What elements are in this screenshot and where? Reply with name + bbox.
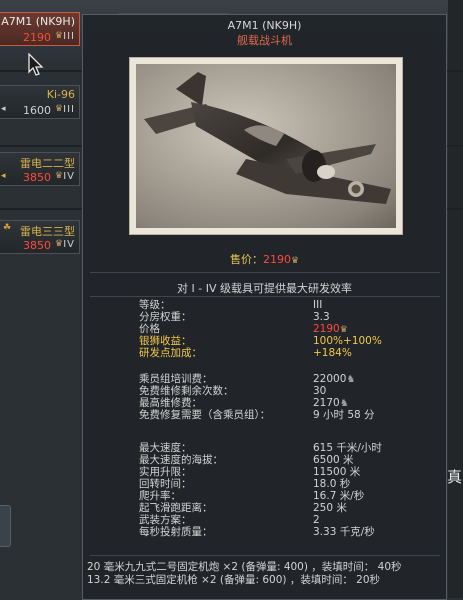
squadron-icon: ☘	[3, 223, 12, 233]
silver-lion-icon: ♞	[346, 374, 356, 385]
golden-eagle-icon: ♛	[54, 31, 63, 41]
vehicle-tile-raiden-33[interactable]: 雷电三三型 ☘ 3850 ♛ IV	[0, 220, 80, 254]
tooltip-title: A7M1 (NK9H)	[227, 19, 302, 32]
vehicle-tooltip: A7M1 (NK9H) 舰载战斗机 售价：2190♛ 对 I - IV 级载具可…	[82, 14, 447, 600]
vehicle-rank: IV	[63, 171, 75, 182]
tech-tree-partial-text: 真	[447, 468, 463, 486]
vehicle-price: 3850	[23, 171, 51, 184]
divider	[90, 296, 440, 297]
vehicle-rank: IV	[63, 239, 75, 250]
stat-price: 价格 2190♛	[139, 323, 348, 335]
tooltip-subtitle: 舰载战斗机	[237, 34, 292, 47]
sale-price: 售价：2190♛	[83, 251, 446, 267]
research-efficiency-note: 对 I - IV 级载具可提供最大研发效率	[177, 282, 352, 295]
sale-price-label: 售价：	[229, 253, 263, 266]
vehicle-tile-a7m1[interactable]: A7M1 (NK9H) 2190 ♛ III	[0, 12, 80, 46]
vehicle-name: A7M1 (NK9H)	[1, 15, 75, 28]
vehicle-tile-ki96[interactable]: Ki-96 ◂ 1600 ♛ III	[0, 85, 80, 119]
vehicle-name: Ki-96	[46, 88, 75, 101]
tech-tree-scroll-area	[448, 0, 463, 598]
stat-ceiling: 实用升限： 11500 米	[139, 466, 361, 478]
silver-lion-icon: ♞	[339, 398, 349, 409]
vehicle-tile-raiden-22[interactable]: 雷电二二型 ◂ 3850 ♛ IV	[0, 152, 80, 186]
tech-tree-nav-button[interactable]	[0, 505, 11, 547]
weapon-machine-gun: 13.2 毫米三式固定机枪 ×2 (备弹量: 600) ，装填时间： 20秒	[87, 574, 381, 586]
stat-crew-training-cost: 乘员组培训费： 22000♞	[139, 373, 356, 385]
stat-research-bonus: 研发点加成： +184%	[139, 347, 352, 359]
vehicle-price: 3850	[23, 239, 51, 252]
golden-eagle-icon: ♛	[339, 325, 348, 335]
aircraft-photo-image	[144, 72, 391, 204]
vehicle-photo	[130, 58, 402, 234]
stat-max-repair-cost: 最高维修费： 2170♞	[139, 397, 349, 409]
stat-silver-lions-gain: 银狮收益： 100%+100%	[139, 335, 382, 347]
stat-burst-mass: 每秒投射质量： 3.33 千克/秒	[139, 526, 375, 538]
divider	[90, 272, 440, 273]
stat-rank: 等级： III	[139, 299, 323, 311]
stat-battle-rating: 分房权重： 3.3	[139, 311, 330, 323]
plane-icon: ◂	[1, 171, 6, 181]
golden-eagle-icon: ♛	[54, 239, 63, 249]
vehicle-rank: III	[63, 104, 75, 115]
vehicle-rank: III	[63, 31, 75, 42]
stat-free-repairs: 免费维修剩余次数： 30	[139, 385, 327, 397]
mouse-cursor-icon	[28, 53, 44, 76]
vehicle-name: 雷电三三型	[20, 225, 75, 238]
stat-takeoff-run: 起飞滑跑距离： 250 米	[139, 502, 347, 514]
golden-eagle-icon: ♛	[54, 171, 63, 181]
golden-eagle-icon: ♛	[290, 256, 300, 266]
stat-turn-time: 回转时间： 18.0 秒	[139, 478, 351, 490]
stat-weapon-presets: 武装方案： 2	[139, 514, 320, 526]
stat-max-speed: 最大速度： 615 千米/小时	[139, 442, 382, 454]
golden-eagle-icon: ♛	[54, 104, 63, 114]
vehicle-price: 2190	[23, 31, 51, 44]
stat-free-repair-time: 免费修复需要（含乘员组）： 9 小时 58 分	[139, 409, 375, 421]
vehicle-name: 雷电二二型	[20, 157, 75, 170]
sale-price-value: 2190	[262, 253, 291, 266]
plane-icon: ◂	[1, 104, 6, 114]
stat-max-speed-altitude: 最大速度的海拔： 6500 米	[139, 454, 354, 466]
stat-climb-rate: 爬升率： 16.7 米/秒	[139, 490, 365, 502]
divider	[90, 555, 440, 556]
vehicle-price: 1600	[23, 104, 51, 117]
